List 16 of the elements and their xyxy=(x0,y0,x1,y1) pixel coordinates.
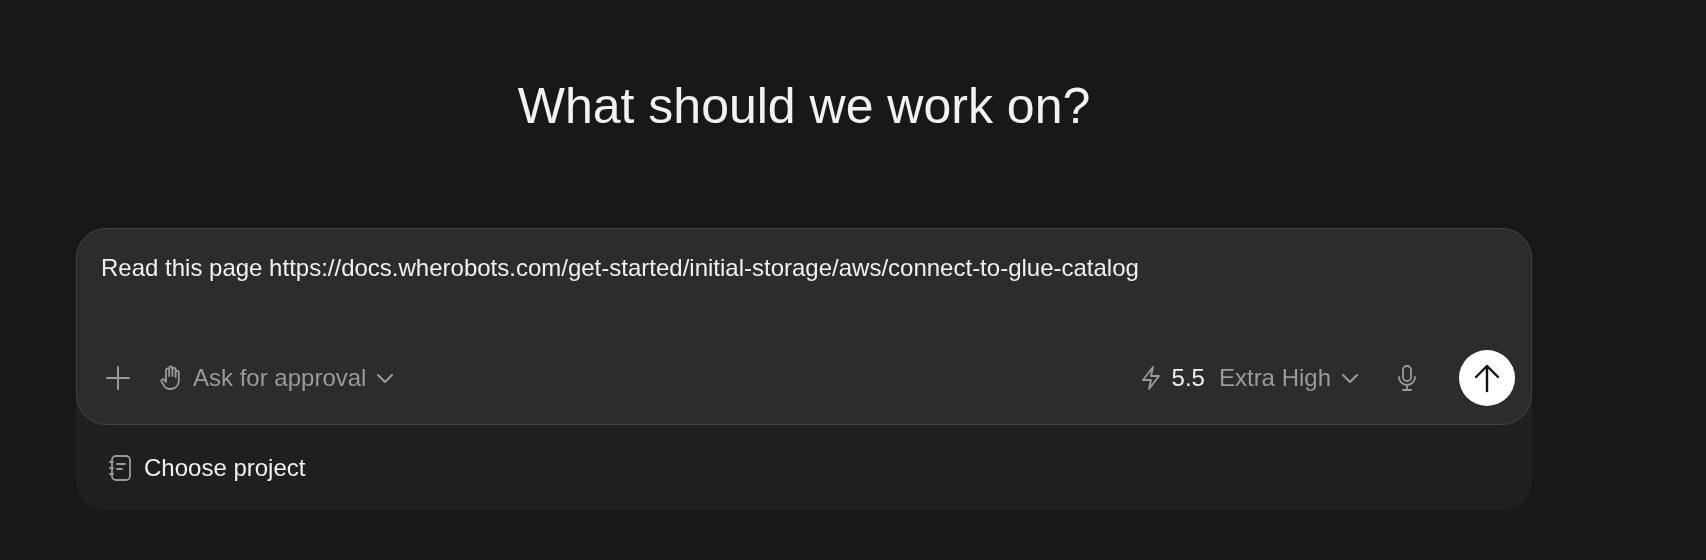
chevron-down-icon xyxy=(1341,372,1359,384)
microphone-button[interactable] xyxy=(1395,363,1419,393)
add-button[interactable] xyxy=(105,365,131,391)
choose-project-button[interactable]: Choose project xyxy=(108,425,306,511)
plus-icon xyxy=(105,365,131,391)
microphone-icon xyxy=(1397,364,1417,392)
send-button[interactable] xyxy=(1459,350,1515,406)
model-dropdown[interactable]: 5.5 Extra High xyxy=(1139,360,1359,396)
arrow-up-icon xyxy=(1474,363,1500,393)
notebook-icon xyxy=(108,454,132,482)
heading: What should we work on? xyxy=(517,77,1091,136)
lightning-icon xyxy=(1139,365,1162,391)
approval-dropdown[interactable]: Ask for approval xyxy=(159,360,395,396)
message-input[interactable]: Read this page https://docs.wherobots.com/get-started/initial-storage/aws/connect-to-glue-catalog xyxy=(101,253,1507,301)
chevron-down-icon xyxy=(376,372,395,384)
hand-icon xyxy=(159,365,183,391)
